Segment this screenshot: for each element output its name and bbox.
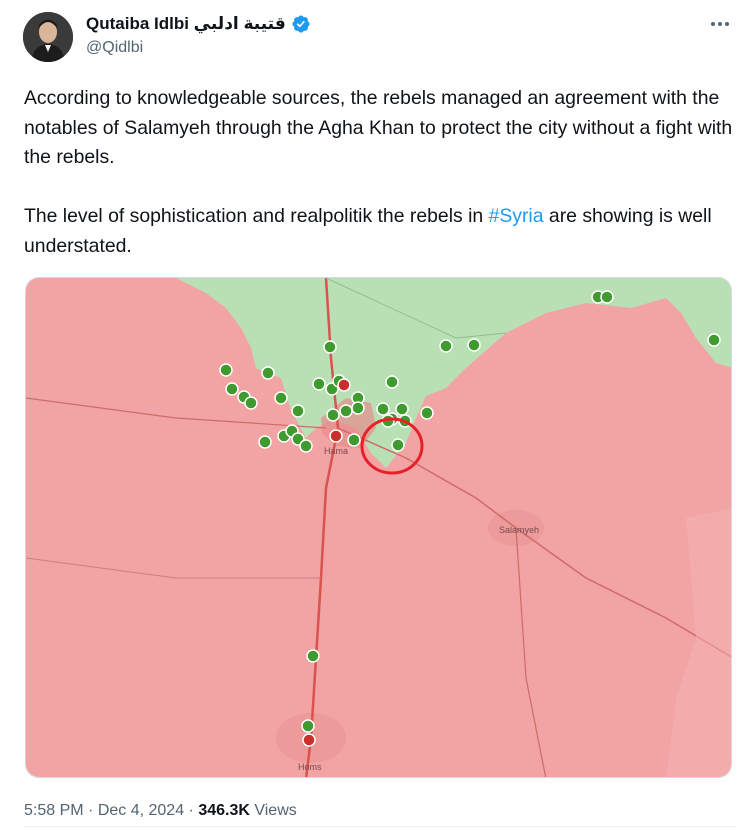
- more-options-icon[interactable]: [706, 14, 734, 34]
- rebel-marker: [351, 401, 365, 415]
- avatar[interactable]: [23, 12, 73, 62]
- meta-separator: ·: [184, 802, 199, 819]
- rebel-marker: [274, 391, 288, 405]
- tweet-date[interactable]: Dec 4, 2024: [98, 802, 184, 819]
- rebel-marker: [339, 404, 353, 418]
- rebel-marker: [312, 377, 326, 391]
- rebel-marker: [258, 435, 272, 449]
- gov-marker: [329, 429, 343, 443]
- rebel-marker: [391, 438, 405, 452]
- rebel-marker: [439, 339, 453, 353]
- views-label: Views: [254, 802, 297, 819]
- rebel-marker: [291, 404, 305, 418]
- rebel-marker: [376, 402, 390, 416]
- rebel-marker: [395, 402, 409, 416]
- gov-marker: [302, 733, 316, 747]
- author-name[interactable]: Qutaiba Idlbi قتيبة ادلبي: [86, 14, 286, 34]
- city-label-homs: Homs: [298, 762, 322, 772]
- rebel-marker: [326, 408, 340, 422]
- rebel-marker: [323, 340, 337, 354]
- divider: [24, 826, 736, 827]
- rebel-marker: [299, 439, 313, 453]
- tweet-paragraph-2: The level of sophistication and realpoli…: [24, 202, 736, 261]
- rebel-marker: [306, 649, 320, 663]
- rebel-marker: [261, 366, 275, 380]
- tweet-time[interactable]: 5:58 PM: [24, 802, 84, 819]
- rebel-marker: [385, 375, 399, 389]
- gov-marker: [337, 378, 351, 392]
- city-label-hama: Hama: [324, 446, 348, 456]
- hashtag-link[interactable]: #Syria: [489, 205, 544, 227]
- rebel-marker: [600, 290, 614, 304]
- map-image[interactable]: Hama Salamyeh Homs: [25, 277, 732, 778]
- map-graphic: Hama Salamyeh Homs: [26, 278, 731, 777]
- meta-separator: ·: [83, 802, 98, 819]
- views-count: 346.3K: [198, 802, 250, 819]
- rebel-marker: [244, 396, 258, 410]
- rebel-marker: [301, 719, 315, 733]
- author-handle[interactable]: @Qidlbi: [86, 39, 143, 57]
- tweet-text: According to knowledgeable sources, the …: [24, 84, 736, 261]
- rebel-marker: [219, 363, 233, 377]
- avatar-image: [23, 12, 73, 62]
- verified-badge-icon: [292, 15, 310, 33]
- rebel-marker: [347, 433, 361, 447]
- tweet-text-before-hashtag: The level of sophistication and realpoli…: [24, 205, 489, 227]
- rebel-marker: [420, 406, 434, 420]
- rebel-marker: [225, 382, 239, 396]
- tweet-meta: 5:58 PM · Dec 4, 2024 · 346.3K Views: [24, 802, 297, 820]
- tweet-paragraph-1: According to knowledgeable sources, the …: [24, 87, 733, 168]
- rebel-marker: [467, 338, 481, 352]
- city-label-salamyeh: Salamyeh: [499, 525, 539, 535]
- rebel-marker: [707, 333, 721, 347]
